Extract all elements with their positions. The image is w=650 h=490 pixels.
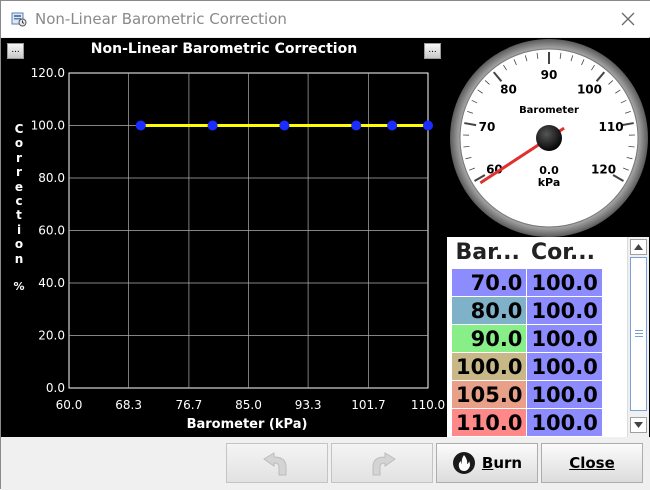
table-cell-bar[interactable]: 105.0 (452, 381, 527, 409)
y-tick-label: 60.0 (38, 224, 65, 238)
x-tick-label: 85.0 (235, 398, 262, 412)
x-tick-label: 101.7 (351, 398, 385, 412)
data-point[interactable] (279, 121, 289, 131)
close-window-button[interactable] (613, 5, 643, 33)
table-row: 80.0100.0 (452, 297, 603, 325)
data-point[interactable] (423, 121, 433, 131)
table-cell-bar[interactable]: 110.0 (452, 409, 527, 437)
table-cell-bar[interactable]: 100.0 (452, 353, 527, 381)
y-tick-label: 100.0 (31, 119, 65, 133)
close-button[interactable]: Close (541, 443, 643, 483)
x-axis-label: Barometer (kPa) (187, 417, 308, 432)
curve-chart-panel: Non-Linear Barometric Correction ... ...… (1, 38, 447, 437)
chevron-up-icon (634, 244, 643, 250)
gauge-tick-label: 110 (599, 120, 624, 134)
y-tick-label: 0.0 (46, 381, 65, 395)
x-tick-label: 93.3 (295, 398, 322, 412)
gauge-tick-label: 70 (479, 120, 496, 134)
gauge-tick-label: 100 (577, 83, 602, 97)
table-cell-cor[interactable]: 100.0 (527, 409, 602, 437)
scroll-thumb[interactable] (630, 257, 647, 411)
barometer-gauge: 60708090100110120 Barometer 0.0 kPa (447, 38, 650, 237)
table-cell-cor[interactable]: 100.0 (527, 297, 602, 325)
table-cell-bar[interactable]: 90.0 (452, 325, 527, 353)
scroll-up-button[interactable] (630, 239, 647, 255)
y-tick-label: 80.0 (38, 171, 65, 185)
window-title: Non-Linear Barometric Correction (35, 10, 287, 28)
data-point[interactable] (136, 121, 146, 131)
column-header-cor[interactable]: Cor... (527, 237, 602, 269)
flame-icon (452, 451, 476, 475)
table-cell-cor[interactable]: 100.0 (527, 269, 602, 297)
gauge-tick-label: 120 (591, 163, 616, 177)
scroll-down-button[interactable] (630, 417, 647, 433)
x-tick-label: 60.0 (56, 398, 83, 412)
table-scrollbar[interactable] (627, 237, 649, 437)
redo-icon (365, 449, 399, 477)
table-cell-cor[interactable]: 100.0 (527, 353, 602, 381)
x-tick-label: 68.3 (115, 398, 142, 412)
table-row: 100.0100.0 (452, 353, 603, 381)
chevron-down-icon (634, 422, 643, 428)
curve-chart[interactable]: 60.0 68.3 76.7 85.0 93.3 101.7 110.0 0.0 20.0 40.… (1, 38, 447, 437)
redo-button[interactable] (331, 443, 433, 483)
burn-label-mnemonic: B (482, 454, 493, 472)
gauge-label: Barometer (519, 105, 579, 116)
close-label: lose (580, 454, 615, 472)
app-icon (11, 11, 27, 27)
table-row: 90.0100.0 (452, 325, 603, 353)
close-label-mnemonic: C (569, 454, 580, 472)
table-cell-bar[interactable]: 70.0 (452, 269, 527, 297)
close-icon (621, 12, 635, 26)
curve-table: Bar... Cor... 70.0100.080.0100.090.0100.… (451, 237, 603, 437)
dialog-window: Non-Linear Barometric Correction Non-Lin… (0, 0, 650, 489)
gauge-hub (536, 125, 562, 151)
data-point[interactable] (351, 121, 361, 131)
gauge-unit: kPa (538, 176, 561, 189)
gauge-tick-label: 80 (500, 83, 517, 97)
table-row: 105.0100.0 (452, 381, 603, 409)
y-tick-label: 20.0 (38, 329, 65, 343)
data-point[interactable] (387, 121, 397, 131)
table-row: 110.0100.0 (452, 409, 603, 437)
table-cell-bar[interactable]: 80.0 (452, 297, 527, 325)
gauge-tick-label: 90 (541, 68, 558, 82)
table-cell-cor[interactable]: 100.0 (527, 381, 602, 409)
burn-label: urn (493, 454, 522, 472)
data-point[interactable] (208, 121, 218, 131)
data-table: Bar... Cor... 70.0100.080.0100.090.0100.… (447, 237, 627, 437)
y-tick-label: 120.0 (31, 66, 65, 80)
burn-button[interactable]: Burn (436, 443, 538, 483)
undo-icon (260, 449, 294, 477)
table-cell-cor[interactable]: 100.0 (527, 325, 602, 353)
table-row: 70.0100.0 (452, 269, 603, 297)
undo-button[interactable] (226, 443, 328, 483)
y-tick-label: 40.0 (38, 276, 65, 290)
title-bar: Non-Linear Barometric Correction (1, 1, 650, 37)
x-tick-label: 76.7 (176, 398, 203, 412)
x-tick-label: 110.0 (411, 398, 445, 412)
column-header-bar[interactable]: Bar... (452, 237, 527, 269)
